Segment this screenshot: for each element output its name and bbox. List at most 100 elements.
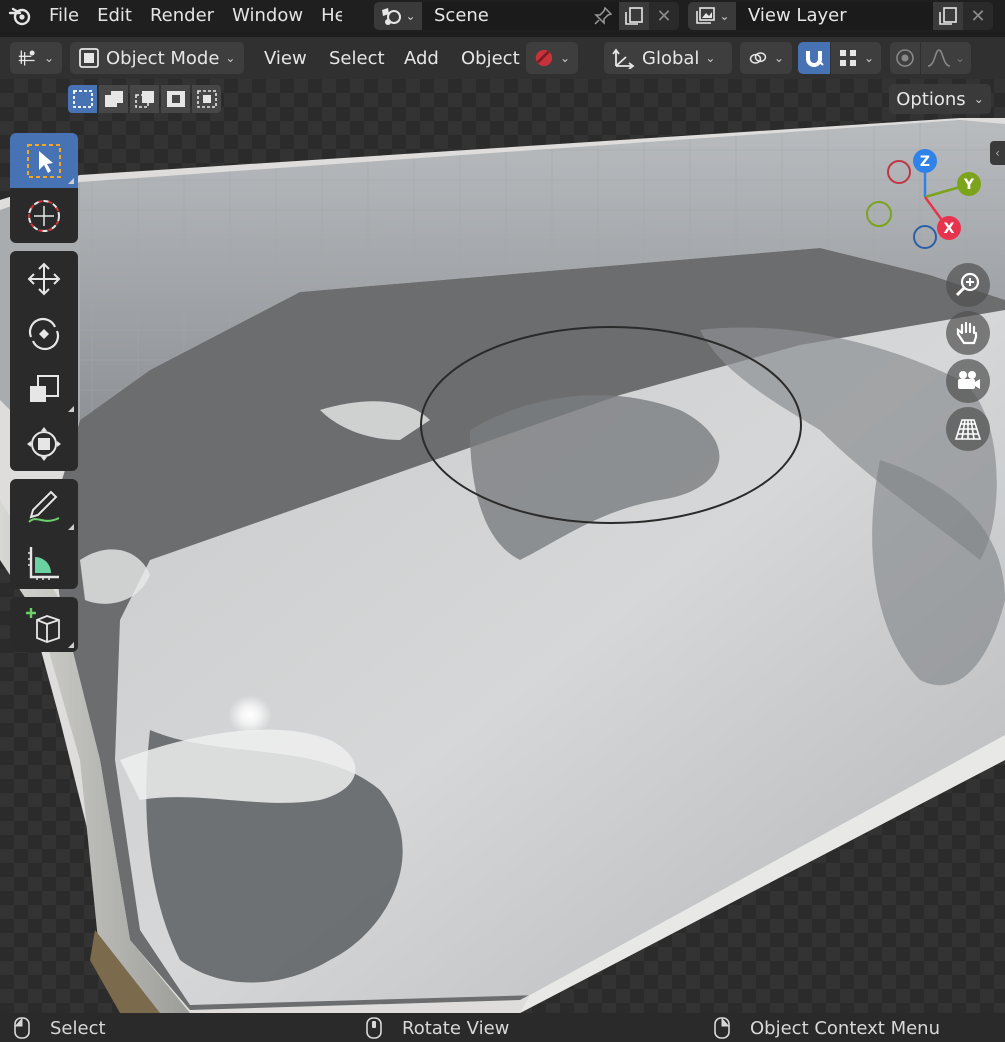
scene-browse-button[interactable]: ⌄ — [374, 2, 422, 30]
editor-type-dropdown[interactable]: ⌄ — [10, 42, 62, 74]
snap-target-dropdown[interactable]: ⌄ — [831, 42, 881, 74]
menu-render[interactable]: Render — [141, 0, 223, 32]
add-cube-icon — [26, 607, 60, 643]
chevron-down-icon: ⌄ — [954, 51, 966, 65]
status-bar: Select Rotate View Object Context Menu — [0, 1013, 1005, 1042]
object-mode-icon — [79, 48, 99, 68]
pin-icon[interactable] — [587, 2, 619, 30]
chevron-left-icon: ‹ — [995, 146, 1000, 160]
pan-button[interactable] — [946, 311, 990, 355]
magnet-icon — [806, 51, 824, 67]
link-icon — [749, 52, 767, 64]
hand-icon — [956, 321, 978, 345]
selection-mode-group — [68, 85, 221, 113]
select-extend-button[interactable] — [99, 85, 128, 113]
more-tools-indicator — [68, 178, 74, 184]
more-tools-indicator — [68, 406, 74, 412]
sidebar-toggle[interactable]: ‹ — [990, 141, 1005, 165]
3d-viewport[interactable]: Options ⌄ Z Y X ‹ — [0, 79, 1005, 1013]
menu-object[interactable]: Object — [449, 48, 532, 69]
scene-name-field[interactable]: Scene — [422, 2, 587, 30]
tool-measure[interactable] — [10, 534, 78, 589]
neg-y-axis-handle[interactable] — [866, 201, 892, 227]
menu-select[interactable]: Select — [317, 48, 397, 69]
menu-help[interactable]: He — [312, 0, 342, 32]
transform-orientation-dropdown[interactable]: Global ⌄ — [604, 42, 732, 74]
navigation-gizmo[interactable]: Z Y X — [855, 141, 985, 261]
mouse-middle-icon — [366, 1017, 382, 1039]
mouse-right-icon — [714, 1017, 730, 1039]
chevron-down-icon: ⌄ — [559, 51, 570, 65]
select-subtract-icon — [134, 91, 154, 108]
blender-logo-icon[interactable] — [0, 0, 40, 32]
options-dropdown[interactable]: Options ⌄ — [889, 84, 991, 114]
menu-view[interactable]: View — [252, 48, 319, 69]
select-invert-button[interactable] — [161, 85, 190, 113]
select-new-button[interactable] — [68, 85, 97, 113]
scene-selector: ⌄ Scene ✕ — [374, 2, 679, 30]
rotate-icon — [28, 317, 60, 350]
menu-file[interactable]: File — [40, 0, 88, 32]
shading-dropdown[interactable]: ⌄ — [526, 42, 578, 74]
delete-scene-button[interactable]: ✕ — [649, 2, 679, 30]
zoom-button[interactable] — [946, 263, 990, 307]
orientation-global-icon — [612, 48, 635, 69]
more-tools-indicator — [68, 524, 74, 530]
transform-icon — [27, 426, 61, 461]
new-view-layer-button[interactable] — [933, 2, 963, 30]
status-context-label: Object Context Menu — [750, 1017, 941, 1039]
mode-dropdown[interactable]: Object Mode ⌄ — [70, 42, 244, 74]
status-rotate-hint: Rotate View — [366, 1017, 509, 1039]
tool-annotate[interactable] — [10, 479, 78, 534]
tool-move[interactable] — [10, 251, 78, 306]
status-select-label: Select — [50, 1017, 106, 1039]
tool-scale[interactable] — [10, 361, 78, 416]
select-intersect-button[interactable] — [192, 85, 221, 113]
menu-window[interactable]: Window — [223, 0, 312, 32]
select-extend-icon — [104, 91, 123, 107]
chevron-down-icon: ⌄ — [863, 51, 875, 65]
duplicate-icon — [625, 7, 643, 25]
select-subtract-button[interactable] — [130, 85, 159, 113]
close-icon: ✕ — [970, 5, 986, 27]
proportional-editing-toggle[interactable] — [890, 42, 920, 74]
neg-x-axis-handle[interactable] — [887, 160, 911, 184]
view-layer-name-field[interactable]: View Layer — [736, 2, 933, 30]
neg-z-axis-handle[interactable] — [913, 225, 937, 249]
chevron-down-icon: ⌄ — [719, 9, 730, 23]
chevron-down-icon: ⌄ — [43, 51, 54, 65]
tool-transform[interactable] — [10, 416, 78, 471]
scale-icon — [30, 374, 59, 402]
orientation-label: Global — [642, 47, 700, 69]
scene-icon — [382, 8, 402, 25]
status-select-hint: Select — [14, 1017, 106, 1039]
pivot-point-dropdown[interactable]: ⌄ — [740, 42, 792, 74]
render-layers-icon — [696, 7, 716, 24]
proportional-edit-icon — [896, 49, 914, 67]
delete-view-layer-button[interactable]: ✕ — [963, 2, 993, 30]
zoom-in-icon — [955, 272, 980, 297]
tool-cursor[interactable] — [10, 188, 78, 243]
snap-toggle[interactable] — [798, 42, 830, 74]
options-label: Options — [896, 88, 966, 110]
tool-add-cube[interactable] — [10, 597, 78, 652]
x-axis-label: X — [944, 221, 955, 237]
chevron-down-icon: ⌄ — [225, 51, 236, 65]
view-layer-browse-button[interactable]: ⌄ — [688, 2, 736, 30]
new-scene-button[interactable] — [619, 2, 649, 30]
falloff-dropdown[interactable]: ⌄ — [921, 42, 971, 74]
camera-view-button[interactable] — [946, 359, 990, 403]
close-icon: ✕ — [656, 5, 672, 27]
select-invert-icon — [166, 91, 185, 107]
chevron-down-icon: ⌄ — [973, 92, 984, 106]
menu-edit[interactable]: Edit — [88, 0, 141, 32]
menu-add[interactable]: Add — [392, 48, 451, 69]
tool-rotate[interactable] — [10, 306, 78, 361]
toolbar-annotate-group — [10, 479, 78, 589]
3d-viewport-icon — [18, 50, 35, 66]
select-box-icon — [27, 143, 61, 178]
material-sphere-icon — [535, 49, 553, 67]
tool-select-box[interactable] — [10, 133, 78, 188]
perspective-toggle-button[interactable] — [946, 407, 990, 451]
toolbar-add-group — [10, 597, 78, 652]
